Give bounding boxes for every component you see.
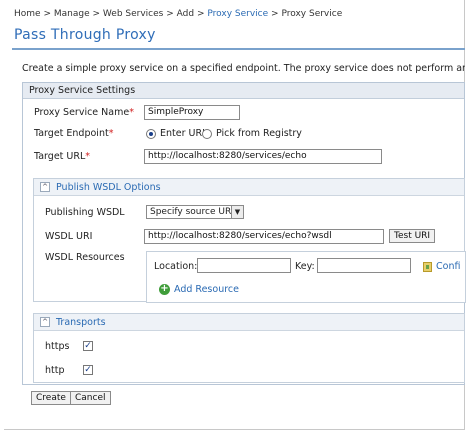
- proxy-service-name-label: Proxy Service Name*: [34, 107, 134, 118]
- breadcrumb-home[interactable]: Home: [14, 9, 41, 19]
- wsdl-uri-input[interactable]: http://localhost:8280/services/echo?wsdl: [144, 229, 384, 244]
- pick-from-registry-label: Pick from Registry: [216, 128, 302, 139]
- add-icon[interactable]: +: [159, 284, 170, 295]
- breadcrumb: Home > Manage > Web Services > Add > Pro…: [14, 9, 343, 19]
- breadcrumb-add[interactable]: Add: [177, 9, 194, 19]
- proxy-service-name-input[interactable]: SimpleProxy: [144, 105, 240, 120]
- key-label: Key:: [295, 261, 315, 272]
- chevron-up-icon[interactable]: ^: [40, 317, 50, 327]
- publish-wsdl-section: ^ Publish WSDL Options Publishing WSDL S…: [33, 178, 466, 303]
- add-resource-link[interactable]: Add Resource: [174, 284, 239, 295]
- test-uri-button[interactable]: Test URI: [389, 229, 436, 243]
- transports-title[interactable]: Transports: [56, 317, 106, 328]
- create-button[interactable]: Create: [31, 391, 71, 405]
- target-endpoint-label: Target Endpoint*: [34, 128, 114, 139]
- wsdl-resources-box: Location: Key: Confi + Add Resource: [146, 251, 466, 303]
- location-label: Location:: [154, 261, 198, 272]
- wsdl-resources-label: WSDL Resources: [45, 252, 125, 263]
- dropdown-arrow-icon: ▼: [231, 206, 243, 218]
- chevron-up-icon[interactable]: ^: [40, 182, 50, 192]
- location-input[interactable]: [197, 258, 291, 273]
- publish-wsdl-header[interactable]: ^ Publish WSDL Options: [34, 179, 464, 196]
- breadcrumb-manage[interactable]: Manage: [54, 9, 90, 19]
- proxy-service-settings-panel: Proxy Service Settings Proxy Service Nam…: [22, 82, 466, 385]
- page-description: Create a simple proxy service on a speci…: [22, 63, 465, 74]
- transport-https-checkbox[interactable]: ✓: [83, 341, 93, 351]
- target-url-input[interactable]: http://localhost:8280/services/echo: [144, 149, 382, 164]
- key-input[interactable]: [317, 258, 411, 273]
- publish-wsdl-title[interactable]: Publish WSDL Options: [56, 182, 161, 193]
- page-title: Pass Through Proxy: [14, 27, 156, 43]
- title-divider: [12, 48, 465, 50]
- wsdl-uri-label: WSDL URI: [45, 231, 93, 242]
- enter-url-label: Enter URL: [160, 128, 208, 139]
- configure-icon[interactable]: [423, 262, 432, 272]
- publishing-wsdl-label: Publishing WSDL: [45, 207, 125, 218]
- transports-section: ^ Transports https ✓ http ✓: [33, 313, 465, 383]
- enter-url-radio[interactable]: [146, 129, 156, 139]
- publishing-wsdl-select[interactable]: Specify source URL ▼: [146, 205, 244, 219]
- transport-https-label: https: [45, 341, 70, 352]
- configure-link[interactable]: Confi: [436, 261, 460, 272]
- transports-header[interactable]: ^ Transports: [34, 314, 464, 331]
- panel-header: Proxy Service Settings: [23, 83, 464, 99]
- pick-from-registry-radio[interactable]: [202, 129, 212, 139]
- transport-http-checkbox[interactable]: ✓: [83, 365, 93, 375]
- breadcrumb-proxy-service-link[interactable]: Proxy Service: [207, 9, 268, 19]
- transport-http-label: http: [45, 365, 65, 376]
- target-url-label: Target URL*: [34, 151, 91, 162]
- cancel-button[interactable]: Cancel: [70, 391, 111, 405]
- breadcrumb-web-services[interactable]: Web Services: [103, 9, 163, 19]
- breadcrumb-current: Proxy Service: [281, 9, 343, 19]
